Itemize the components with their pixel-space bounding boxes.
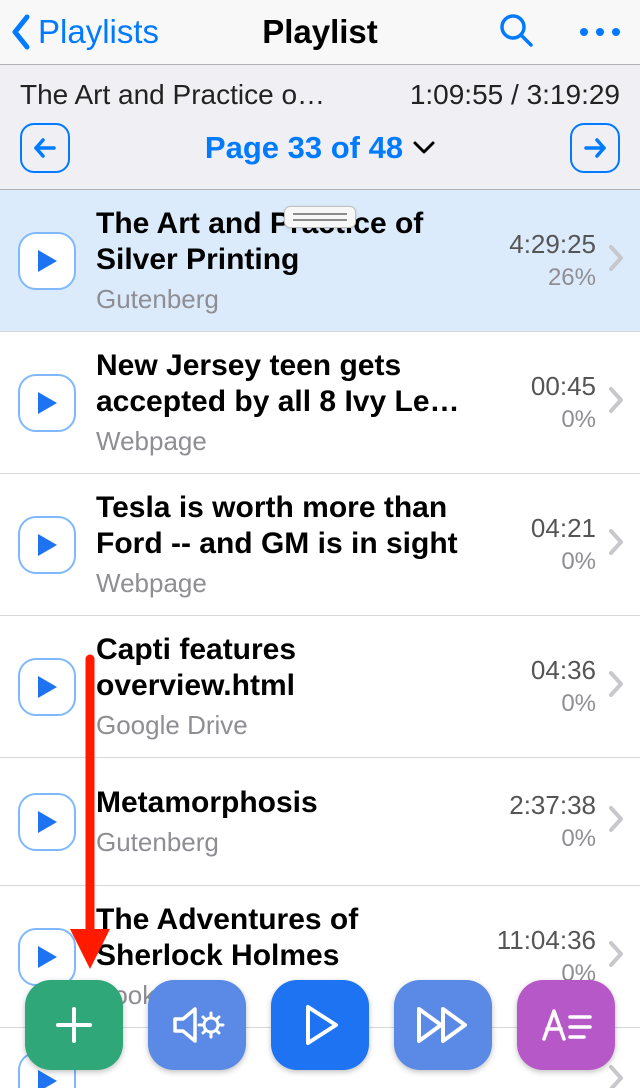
back-label: Playlists xyxy=(38,13,159,51)
search-icon xyxy=(498,12,534,48)
item-percent: 0% xyxy=(531,548,596,576)
chevron-right-icon xyxy=(608,244,624,272)
plus-icon xyxy=(50,1001,98,1049)
add-button[interactable] xyxy=(25,980,123,1070)
arrow-right-icon xyxy=(582,135,608,161)
disclosure-indicator xyxy=(608,670,624,703)
now-playing-header: The Art and Practice o… 1:09:55 / 3:19:2… xyxy=(0,65,640,190)
play-button[interactable] xyxy=(271,980,369,1070)
page-title: Playlist xyxy=(262,13,378,51)
item-duration: 00:45 xyxy=(531,371,596,402)
item-source: Gutenberg xyxy=(96,284,501,315)
disclosure-indicator xyxy=(608,386,624,419)
play-icon xyxy=(35,674,59,700)
item-source: Gutenberg xyxy=(96,827,501,858)
chevron-right-icon xyxy=(608,940,624,968)
item-percent: 0% xyxy=(509,825,596,853)
chevron-down-icon xyxy=(413,141,435,155)
text-view-button[interactable] xyxy=(517,980,615,1070)
item-duration: 2:37:38 xyxy=(509,790,596,821)
play-icon xyxy=(298,1003,342,1047)
chevron-right-icon xyxy=(608,386,624,414)
list-item[interactable]: Tesla is worth more than Ford -- and GM … xyxy=(0,474,640,616)
next-page-button[interactable] xyxy=(570,123,620,173)
text-lines-icon xyxy=(540,1005,592,1045)
navigation-bar: Playlists Playlist xyxy=(0,0,640,65)
annotation-arrow xyxy=(60,654,120,974)
chevron-right-icon xyxy=(608,670,624,698)
arrow-left-icon xyxy=(32,135,58,161)
row-play-button[interactable] xyxy=(18,516,76,574)
item-title: Capti features overview.html xyxy=(96,632,476,704)
audio-settings-button[interactable] xyxy=(148,980,246,1070)
item-duration: 04:36 xyxy=(531,655,596,686)
ellipsis-icon xyxy=(580,28,588,36)
play-icon xyxy=(35,809,59,835)
item-duration: 4:29:25 xyxy=(509,229,596,260)
row-play-button[interactable] xyxy=(18,374,76,432)
disclosure-indicator xyxy=(608,244,624,277)
item-title: Metamorphosis xyxy=(96,785,476,821)
item-percent: 0% xyxy=(531,690,596,718)
back-button[interactable]: Playlists xyxy=(10,0,159,64)
now-playing-time: 1:09:55 / 3:19:29 xyxy=(410,79,620,111)
bottom-toolbar xyxy=(0,980,640,1070)
item-title: New Jersey teen gets accepted by all 8 I… xyxy=(96,348,476,420)
item-source: Google Drive xyxy=(96,710,523,741)
speaker-gear-icon xyxy=(169,1001,225,1049)
search-button[interactable] xyxy=(498,12,534,53)
disclosure-indicator xyxy=(608,805,624,838)
item-percent: 26% xyxy=(509,264,596,292)
prev-page-button[interactable] xyxy=(20,123,70,173)
chevron-left-icon xyxy=(10,14,32,50)
chevron-right-icon xyxy=(608,805,624,833)
play-icon xyxy=(35,248,59,274)
now-playing-title: The Art and Practice o… xyxy=(20,79,325,111)
list-item[interactable]: New Jersey teen gets accepted by all 8 I… xyxy=(0,332,640,474)
disclosure-indicator xyxy=(608,940,624,973)
more-button[interactable] xyxy=(572,23,620,41)
play-icon xyxy=(35,390,59,416)
item-title: Tesla is worth more than Ford -- and GM … xyxy=(96,490,476,562)
fast-forward-button[interactable] xyxy=(394,980,492,1070)
play-icon xyxy=(35,944,59,970)
page-indicator[interactable]: Page 33 of 48 xyxy=(70,130,570,166)
drag-handle[interactable] xyxy=(284,206,356,228)
grip-icon xyxy=(293,213,347,215)
item-percent: 0% xyxy=(531,406,596,434)
play-icon xyxy=(35,532,59,558)
item-source: Webpage xyxy=(96,568,523,599)
item-title: The Adventures of Sherlock Holmes xyxy=(96,902,476,974)
chevron-right-icon xyxy=(608,528,624,556)
fast-forward-icon xyxy=(415,1005,471,1045)
disclosure-indicator xyxy=(608,528,624,561)
item-duration: 04:21 xyxy=(531,513,596,544)
item-source: Webpage xyxy=(96,426,523,457)
row-play-button[interactable] xyxy=(18,232,76,290)
item-duration: 11:04:36 xyxy=(497,925,596,956)
play-icon xyxy=(35,1068,59,1088)
